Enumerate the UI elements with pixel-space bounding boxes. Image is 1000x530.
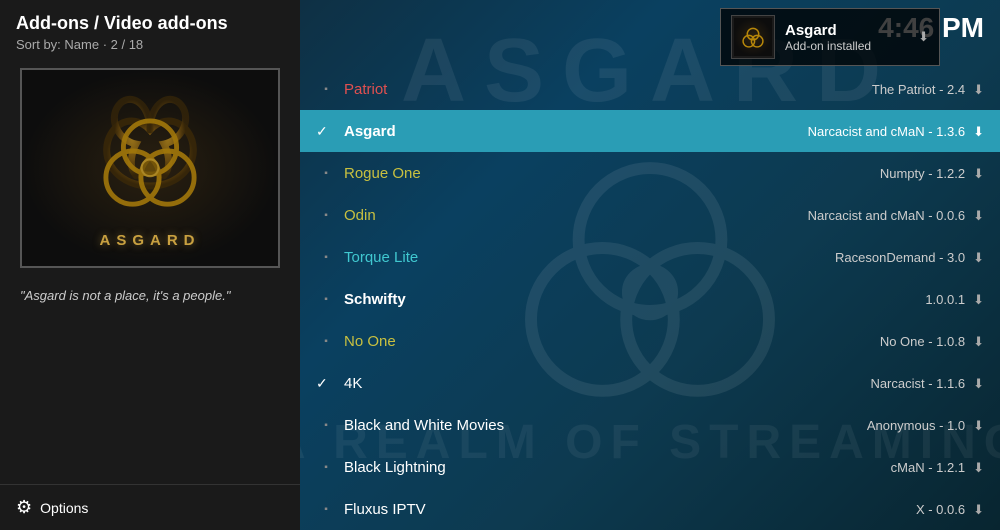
- item-meta: 1.0.0.1: [925, 292, 965, 307]
- item-meta: X - 0.0.6: [916, 502, 965, 517]
- item-bullet: [316, 504, 336, 515]
- item-name: 4K: [344, 375, 870, 392]
- item-bullet: [316, 168, 336, 179]
- item-download-icon: [973, 375, 984, 392]
- toast-triquetra-icon: [737, 21, 769, 53]
- item-download-icon: [973, 291, 984, 308]
- item-name: Black and White Movies: [344, 417, 867, 434]
- item-download-icon: [973, 417, 984, 434]
- list-item[interactable]: Odin Narcacist and cMaN - 0.0.6: [300, 194, 1000, 236]
- addon-image: ASGARD: [20, 68, 280, 268]
- right-panel: ASGARD A REALM OF STREAMING 4:46 PM: [300, 0, 1000, 530]
- list-item[interactable]: ✓ Asgard Narcacist and cMaN - 1.3.6: [300, 110, 1000, 152]
- item-meta: Anonymous - 1.0: [867, 418, 965, 433]
- addon-quote: "Asgard is not a place, it's a people.": [0, 280, 300, 311]
- item-meta: The Patriot - 2.4: [872, 82, 965, 97]
- options-label: Options: [40, 500, 88, 516]
- item-bullet: [316, 84, 336, 95]
- spacer: [0, 311, 300, 484]
- addon-image-bg: ASGARD: [22, 70, 278, 266]
- list-item[interactable]: Torque Lite RacesonDemand - 3.0: [300, 236, 1000, 278]
- item-name: Asgard: [344, 123, 808, 140]
- item-download-icon: [973, 501, 984, 518]
- options-icon: ⚙: [16, 497, 32, 518]
- item-download-icon: [973, 249, 984, 266]
- list-item[interactable]: Schwifty 1.0.0.1: [300, 278, 1000, 320]
- item-bullet: [316, 336, 336, 347]
- header: Add-ons / Video add-ons Sort by: Name · …: [0, 0, 300, 56]
- list-item[interactable]: No One No One - 1.0.8: [300, 320, 1000, 362]
- list-item[interactable]: Patriot The Patriot - 2.4: [300, 68, 1000, 110]
- item-meta: Numpty - 1.2.2: [880, 166, 965, 181]
- item-download-icon: [973, 333, 984, 350]
- breadcrumb: Add-ons / Video add-ons: [16, 12, 284, 35]
- left-panel: Add-ons / Video add-ons Sort by: Name · …: [0, 0, 300, 530]
- list-item[interactable]: Black Lightning cMaN - 1.2.1: [300, 446, 1000, 488]
- toast-download-icon: [918, 28, 929, 46]
- item-bullet: [316, 420, 336, 431]
- item-name: Black Lightning: [344, 459, 891, 476]
- list-item[interactable]: Black and White Movies Anonymous - 1.0: [300, 404, 1000, 446]
- item-meta: No One - 1.0.8: [880, 334, 965, 349]
- item-bullet: [316, 462, 336, 473]
- addon-name-label: ASGARD: [99, 232, 200, 249]
- item-download-icon: [973, 207, 984, 224]
- item-meta: Narcacist and cMaN - 1.3.6: [808, 124, 966, 139]
- toast-icon-inner: [734, 18, 772, 56]
- list-item[interactable]: Fluxus IPTV X - 0.0.6: [300, 488, 1000, 530]
- item-name: Rogue One: [344, 165, 880, 182]
- item-name: Schwifty: [344, 291, 925, 308]
- item-name: Odin: [344, 207, 808, 224]
- item-download-icon: [973, 165, 984, 182]
- toast-icon: [731, 15, 775, 59]
- item-name: Fluxus IPTV: [344, 501, 916, 518]
- toast-title: Asgard: [785, 22, 871, 39]
- triquetra-icon: [80, 88, 220, 228]
- item-name: Patriot: [344, 81, 872, 98]
- item-checkmark: ✓: [316, 123, 336, 140]
- item-bullet: [316, 210, 336, 221]
- item-name: Torque Lite: [344, 249, 835, 266]
- sort-info: Sort by: Name · 2 / 18: [16, 37, 284, 52]
- list-item[interactable]: ✓ 4K Narcacist - 1.1.6: [300, 362, 1000, 404]
- item-meta: Narcacist - 1.1.6: [870, 376, 965, 391]
- item-list: Patriot The Patriot - 2.4 ✓ Asgard Narca…: [300, 68, 1000, 530]
- list-item[interactable]: Rogue One Numpty - 1.2.2: [300, 152, 1000, 194]
- item-meta: Narcacist and cMaN - 0.0.6: [808, 208, 966, 223]
- item-bullet: [316, 252, 336, 263]
- item-meta: RacesonDemand - 3.0: [835, 250, 965, 265]
- item-meta: cMaN - 1.2.1: [891, 460, 965, 475]
- item-download-icon: [973, 123, 984, 140]
- item-download-icon: [973, 459, 984, 476]
- toast-subtitle: Add-on installed: [785, 39, 871, 53]
- item-download-icon: [973, 81, 984, 98]
- notification-toast: Asgard Add-on installed: [720, 8, 940, 66]
- toast-text: Asgard Add-on installed: [785, 22, 871, 53]
- options-bar[interactable]: ⚙ Options: [0, 484, 300, 530]
- item-name: No One: [344, 333, 880, 350]
- item-checkmark: ✓: [316, 375, 336, 392]
- item-bullet: [316, 294, 336, 305]
